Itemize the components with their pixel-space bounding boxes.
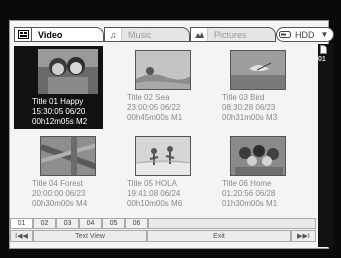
tab-bar: Video ♫ Music Pictures HDD ▼ <box>14 27 334 42</box>
tab-pictures[interactable]: Pictures <box>190 27 276 42</box>
title-caption: Title 04 Forest 20:00:00 06/23 00h30m00s… <box>32 179 87 209</box>
page-button[interactable]: 02 <box>33 218 56 229</box>
tab-pictures-label: Pictures <box>214 29 247 40</box>
chevron-down-icon: ▼ <box>320 30 329 39</box>
title-info: 00h12m05s M2 <box>32 117 88 126</box>
title-name: Title 02 Sea <box>127 93 170 102</box>
title-datetime: 15:30:05 06/20 <box>32 107 86 116</box>
title-card[interactable]: Title 01 Happy 15:30:05 06/20 00h12m05s … <box>14 46 113 134</box>
picture-icon <box>191 28 208 41</box>
music-note-icon: ♫ <box>105 28 122 41</box>
text-view-button[interactable]: Text View <box>33 230 147 242</box>
title-name: Title 04 Forest <box>32 179 83 188</box>
page-bar-filler <box>148 218 316 229</box>
title-card[interactable]: Title 02 Sea 23:00:05 06/22 00h45m00s M1 <box>113 50 208 134</box>
title-datetime: 08:30:28 06/23 <box>222 103 276 112</box>
title-name: Title 01 Happy <box>32 97 84 106</box>
title-info: 00h45m00s M1 <box>127 113 183 122</box>
title-name: Title 03 Bird <box>222 93 265 102</box>
page-button[interactable]: 01 <box>10 218 33 229</box>
title-thumbnail <box>230 50 286 90</box>
page-button[interactable]: 05 <box>102 218 125 229</box>
title-name: Title 06 Home <box>222 179 272 188</box>
page-button[interactable]: 03 <box>56 218 79 229</box>
title-info: 00h31m00s M3 <box>222 113 278 122</box>
title-datetime: 19:41:08 06/24 <box>127 189 181 198</box>
title-thumbnail <box>38 49 98 94</box>
document-icon <box>320 45 327 54</box>
title-thumbnail <box>230 136 286 176</box>
title-caption: Title 05 HOLA 19:41:08 06/24 00h10m00s M… <box>127 179 182 209</box>
title-card[interactable]: Title 06 Home 01:20:56 06/28 01h30m00s M… <box>208 136 303 220</box>
title-name: Title 05 HOLA <box>127 179 177 188</box>
bottom-bar: I◀◀ Text View Exit ▶▶I <box>10 230 316 242</box>
title-datetime: 01:20:56 06/28 <box>222 189 276 198</box>
tab-music[interactable]: ♫ Music <box>104 27 190 42</box>
title-card[interactable]: Title 03 Bird 08:30:28 06/23 00h31m00s M… <box>208 50 303 134</box>
title-info: 01h30m00s M1 <box>222 199 278 208</box>
tab-video-label: Video <box>38 29 63 40</box>
page-selector: 01 02 03 04 05 06 <box>10 218 316 229</box>
title-caption: Title 02 Sea 23:00:05 06/22 00h45m00s M1 <box>127 93 182 123</box>
title-card[interactable]: Title 04 Forest 20:00:00 06/23 00h30m00s… <box>18 136 113 220</box>
title-card[interactable]: Title 05 HOLA 19:41:08 06/24 00h10m00s M… <box>113 136 208 220</box>
title-datetime: 20:00:00 06/23 <box>32 189 86 198</box>
title-info: 00h10m00s M6 <box>127 199 183 208</box>
page-button[interactable]: 04 <box>79 218 102 229</box>
exit-button[interactable]: Exit <box>147 230 291 242</box>
hdd-icon <box>277 28 293 41</box>
title-thumbnail <box>40 136 96 176</box>
previous-page-button[interactable]: I◀◀ <box>10 230 33 242</box>
film-icon <box>15 28 32 41</box>
title-caption: Title 06 Home 01:20:56 06/28 01h30m00s M… <box>222 179 277 209</box>
tab-music-label: Music <box>128 29 152 40</box>
next-page-button[interactable]: ▶▶I <box>291 230 316 242</box>
title-datetime: 23:00:05 06/22 <box>127 103 181 112</box>
source-label: HDD <box>295 29 315 40</box>
title-caption: Title 01 Happy 15:30:05 06/20 00h12m05s … <box>32 97 87 127</box>
title-thumbnail <box>135 136 191 176</box>
tab-video[interactable]: Video <box>14 27 104 42</box>
page-button[interactable]: 06 <box>125 218 148 229</box>
source-selector[interactable]: HDD ▼ <box>276 27 334 42</box>
right-rail <box>318 44 334 247</box>
title-caption: Title 03 Bird 08:30:28 06/23 00h31m00s M… <box>222 93 277 123</box>
title-info: 00h30m00s M4 <box>32 199 88 208</box>
rail-page-number: 01 <box>318 56 326 63</box>
title-thumbnail <box>135 50 191 90</box>
